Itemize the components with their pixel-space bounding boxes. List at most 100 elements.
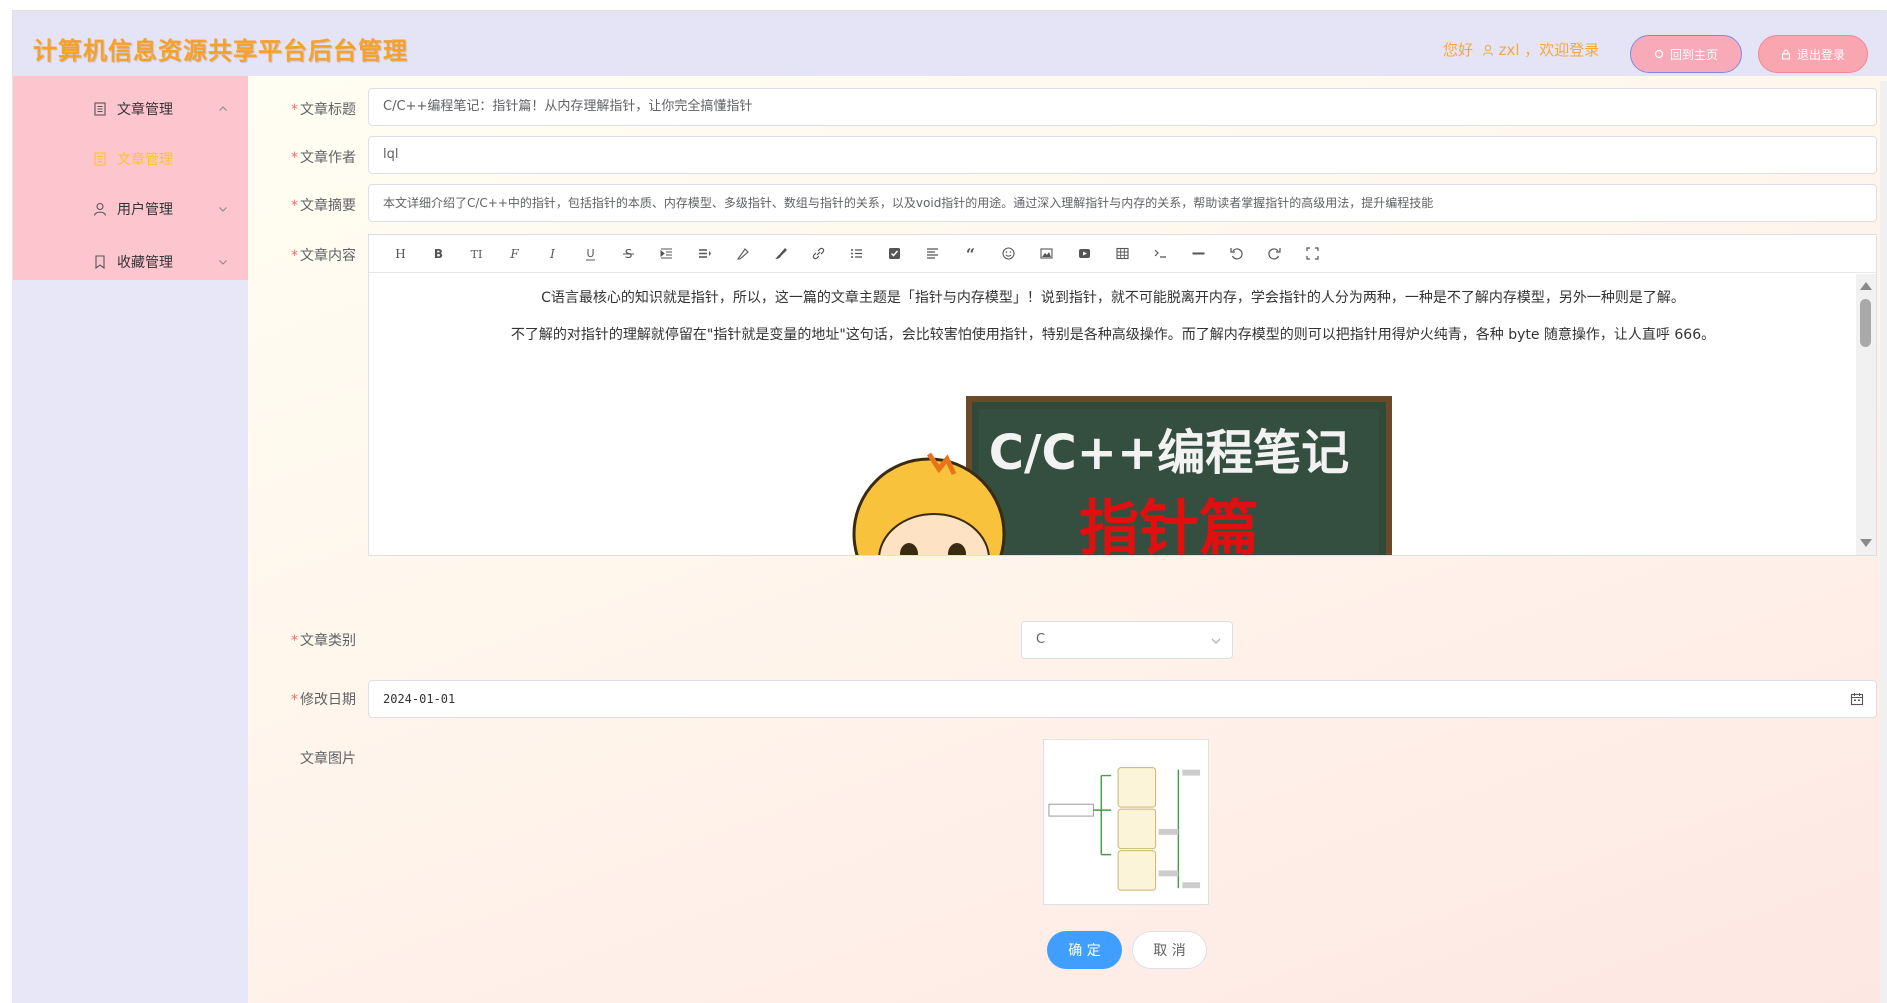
editor-toolbar: H B TI F I U S “ [369,235,1876,273]
heading-icon: H [395,247,405,261]
toolbar-button[interactable]: TI [457,235,495,273]
toolbar-button[interactable] [875,235,913,273]
toolbar-button[interactable] [1179,235,1217,273]
toolbar-button[interactable]: B [419,235,457,273]
category-label: * 文章类别 [291,633,356,649]
toolbar-button[interactable] [913,235,951,273]
rich-text-editor[interactable]: H B TI F I U S “ C语言最核心的知识就是指针，所以，这一篇的文章主题是「指针与… [368,234,1877,556]
summary-label: * 文章摘要 [291,198,356,214]
toolbar-button[interactable]: S [609,235,647,273]
sidebar-subitem-article-management[interactable]: 文章管理 [13,139,248,179]
bg-color-icon [774,248,787,259]
summary-input[interactable]: 本文详细介绍了C/C++中的指针，包括指针的本质、内存模型、多级指针、数组与指针… [368,184,1877,222]
todo-icon [888,248,900,259]
content-paragraph: C语言最核心的知识就是指针，所以，这一篇的文章主题是「指针与内存模型」！说到指针… [541,290,1685,306]
toolbar-button[interactable] [1217,235,1255,273]
toolbar-button[interactable] [989,235,1027,273]
sidebar-item-label: 收藏管理 [117,255,173,271]
sidebar-item-label: 用户管理 [117,202,173,218]
cover-subtitle-text: 指针篇 [1079,494,1259,555]
svg-text:“: “ [965,246,974,261]
title-label: * 文章标题 [291,102,356,118]
user-icon [1482,44,1493,56]
emoticon-icon [1001,247,1015,260]
author-input[interactable]: lql [368,136,1877,174]
svg-text:U: U [586,247,594,260]
chevron-down-icon [219,207,227,212]
toolbar-button[interactable] [723,235,761,273]
svg-text:H: H [395,247,405,261]
code-icon [1154,249,1166,258]
top-header: 计算机信息资源共享平台后台管理 您好 zxl ，欢迎登录 回到主页 退出登录 [13,11,1887,76]
toolbar-button[interactable]: “ [951,235,989,273]
undo-icon [1229,248,1243,260]
toolbar-button[interactable] [1065,235,1103,273]
toolbar-button[interactable] [685,235,723,273]
font-family-icon: F [509,247,519,261]
italic-icon: I [549,247,555,261]
toolbar-button[interactable] [1027,235,1065,273]
fullscreen-icon [1305,247,1319,260]
document-icon [94,152,106,166]
sidebar: 文章管理 文章管理 用户管理 收藏管理 [13,76,248,1003]
bold-icon: B [433,247,442,261]
toolbar-button[interactable]: F [495,235,533,273]
editor-content[interactable]: C语言最核心的知识就是指针，所以，这一篇的文章主题是「指针与内存模型」！说到指针… [369,274,1857,555]
image-icon [1039,248,1053,259]
underline-icon: U [585,247,595,261]
toolbar-button[interactable] [1141,235,1179,273]
home-button-label: 回到主页 [1669,47,1718,62]
lock-icon [1781,49,1791,60]
page-scrollbar[interactable] [1880,81,1887,1003]
table-icon [1115,247,1129,260]
justify-icon [926,248,938,259]
greeting-prefix: 您好 [1443,41,1474,59]
document-icon [94,102,106,116]
toolbar-button[interactable] [837,235,875,273]
redo-icon [1267,248,1281,260]
toolbar-button[interactable] [1255,235,1293,273]
app-frame: 计算机信息资源共享平台后台管理 您好 zxl ，欢迎登录 回到主页 退出登录 文… [12,10,1887,1003]
logout-button-label: 退出登录 [1796,47,1845,62]
calendar-icon[interactable] [1850,692,1864,706]
toolbar-button[interactable]: H [381,235,419,273]
toolbar-button[interactable] [1293,235,1331,273]
svg-text:B: B [433,247,442,261]
toolbar-button[interactable] [647,235,685,273]
home-button[interactable]: 回到主页 [1630,35,1742,73]
sidebar-item-favorites-management[interactable]: 收藏管理 [13,242,248,282]
toolbar-button[interactable]: I [533,235,571,273]
editor-scrollbar[interactable] [1856,274,1876,555]
svg-text:TI: TI [470,248,482,261]
toolbar-button[interactable] [761,235,799,273]
article-cover-image: C/C++编程笔记 指针篇 [852,396,1392,555]
sidebar-menu: 文章管理 文章管理 用户管理 收藏管理 [13,76,248,280]
date-picker[interactable]: 2024-01-01 [368,680,1877,718]
content-label: * 文章内容 [291,248,356,264]
svg-text:F: F [509,247,519,261]
cover-title-text: C/C++编程笔记 [989,425,1349,481]
scroll-up-arrow[interactable] [1860,282,1872,290]
user-icon [93,202,107,216]
date-value: 2024-01-01 [383,692,456,706]
category-value: C [1036,632,1046,647]
toolbar-button[interactable] [799,235,837,273]
strikethrough-icon: S [622,247,634,261]
toolbar-button[interactable]: U [571,235,609,273]
confirm-button[interactable]: 确 定 [1047,931,1122,969]
category-select[interactable]: C [1021,621,1233,659]
link-icon [812,247,824,260]
chevron-up-icon [219,106,227,111]
toolbar-button[interactable] [1103,235,1141,273]
cancel-button[interactable]: 取 消 [1132,931,1207,969]
sidebar-item-article-management[interactable]: 文章管理 [13,89,248,129]
sidebar-item-user-management[interactable]: 用户管理 [13,189,248,229]
list-icon [850,249,862,258]
logout-button[interactable]: 退出登录 [1758,35,1868,73]
article-picture-thumbnail[interactable] [1043,739,1209,905]
title-input[interactable]: C/C++编程笔记：指针篇！从内存理解指针，让你完全搞懂指针 [368,88,1877,126]
bookmark-icon [95,255,105,269]
sidebar-item-label: 文章管理 [117,152,173,168]
scroll-down-arrow[interactable] [1860,539,1872,547]
scroll-thumb[interactable] [1860,299,1871,347]
